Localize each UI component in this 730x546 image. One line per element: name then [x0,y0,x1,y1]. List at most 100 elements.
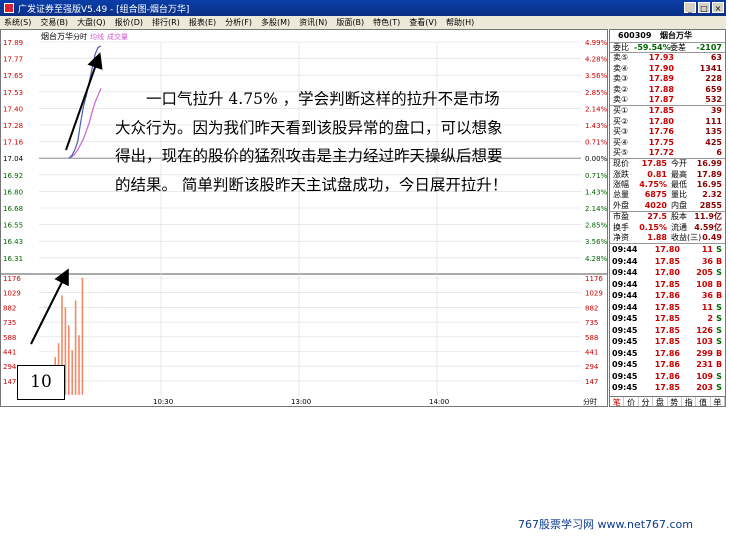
tick-t: 09:44 [612,302,638,312]
menu-item-7[interactable]: 多股(M) [261,17,290,28]
sell-row-c3: 532 [705,94,722,104]
buy-row: 买③ 17.76 135 [610,127,725,137]
pct-tick-label: 3.56% [585,238,607,246]
price-tick-label: 17.89 [3,39,23,47]
menu-item-5[interactable]: 报表(E) [189,17,216,28]
tick-v: 103 [696,337,713,347]
menu-item-6[interactable]: 分析(F) [225,17,252,28]
menu-item-11[interactable]: 查看(V) [409,17,437,28]
tick-s: S [716,383,722,393]
volume-bar [68,325,70,395]
stat-cell: 换手 [613,222,629,232]
tick-t: 09:44 [612,245,638,255]
pct-tick-label: 4.99% [585,39,607,47]
buy-row-c1: 买⑤ [613,147,629,157]
tick-p: 17.85 [654,314,680,324]
menu-item-1[interactable]: 交易(B) [40,17,68,28]
menu-item-9[interactable]: 版面(B) [336,17,364,28]
menu-item-8[interactable]: 资讯(N) [299,17,327,28]
panel-tab[interactable]: 价 [624,397,639,407]
panel-tab[interactable]: 势 [668,397,682,407]
tick-p: 17.86 [654,291,680,301]
fundamental-stats: 市盈 27.5 股本 11.9亿 换手 0.15% 流通 4.59亿 净资 1.88 收益(三) 0.… [610,211,725,243]
annotation-arrow-price [65,52,103,151]
menu-item-10[interactable]: 特色(T) [373,17,400,28]
volume-tick-label: 147 [3,378,16,386]
maximize-button[interactable]: □ [698,2,710,13]
panel-tab[interactable]: 值 [696,397,711,407]
sell-row-c2: 17.87 [648,94,674,104]
buy-row-c3: 425 [705,137,722,147]
close-button[interactable]: × [712,2,724,13]
panel-tab[interactable]: 指 [682,397,697,407]
volume-tick-label: 1029 [3,290,21,298]
pct-tick-label: 2.14% [585,205,607,213]
price-tick-label: 17.77 [3,56,23,64]
minimize-button[interactable]: _ [684,2,696,13]
tick-t: 09:44 [612,279,638,289]
tick-v: 108 [696,279,713,289]
tick-row: 09:44 17.80 205 S [610,267,725,279]
sell-row-c1: 卖④ [613,63,629,73]
tick-t: 09:45 [612,314,638,324]
stat-row: 换手 0.15% 流通 4.59亿 [610,223,725,233]
legend-item: 分时 [73,32,87,41]
tick-list: 09:44 17.80 11 S 09:44 17.85 36 B 09:44 17.80 205 S… [610,243,725,394]
ratio-label: 委比 [613,43,629,52]
sell-row-c1: 卖① [613,94,629,104]
legend-item: 成交量 [107,32,128,41]
tick-s: S [716,268,722,278]
tick-p: 17.86 [654,348,680,358]
tick-t: 09:45 [612,348,638,358]
tick-s: B [715,256,723,266]
panel-tab[interactable]: 笔 [610,397,625,407]
stat-cell: 今开 [671,159,687,169]
buy-row-c2: 17.72 [648,147,674,157]
volume-tick-label-right: 882 [585,304,598,312]
panel-tab[interactable]: 单 [711,397,725,407]
menu-item-2[interactable]: 大盘(Q) [77,17,106,28]
menu-item-3[interactable]: 报价(D) [115,17,143,28]
volume-tick-label-right: 1176 [585,275,603,283]
sell-row-c1: 卖⑤ [613,53,629,63]
volume-bar [74,300,77,395]
tick-s: S [716,314,722,324]
stat-cell: 6875 [644,190,667,200]
menu-item-12[interactable]: 帮助(H) [446,17,474,28]
menu-item-4[interactable]: 排行(R) [152,17,180,28]
stat-cell: 2855 [699,200,722,210]
tick-p: 17.86 [654,371,680,381]
panel-tab[interactable]: 盘 [653,397,668,407]
price-tick-label: 17.65 [3,72,23,80]
tick-v: 11 [701,302,713,312]
pct-tick-label: 2.85% [585,89,607,97]
sell-row-c3: 659 [705,84,722,94]
tick-t: 09:45 [612,325,638,335]
tick-v: 205 [696,268,713,278]
menu-item-0[interactable]: 系统(S) [4,17,31,28]
pct-tick-label: 3.56% [585,72,607,80]
sell-row-c2: 17.88 [648,84,674,94]
stat-cell: 17.89 [696,169,722,179]
stat-cell: 外盘 [613,200,629,210]
sell-row-c1: 卖③ [613,74,629,84]
pct-tick-label: 2.85% [585,222,607,230]
volume-tick-label: 441 [3,349,16,357]
stat-cell: 现价 [613,159,629,169]
stat-cell: 内盘 [671,200,687,210]
sell-row: 卖⑤ 17.93 63 [610,53,725,63]
tick-v: 299 [696,348,713,358]
buy-row-c3: 39 [710,106,722,116]
volume-tick-label-right: 588 [585,334,598,342]
tick-row: 09:45 17.85 203 S [610,382,725,394]
panel-tab[interactable]: 分 [639,397,654,407]
tick-p: 17.85 [654,279,680,289]
stat-cell: 2.32 [702,190,722,200]
tick-p: 17.86 [654,360,680,370]
stat-row: 市盈 27.5 股本 11.9亿 [610,212,725,222]
diff-value: -2107 [696,43,722,52]
tick-v: 36 [701,291,713,301]
ratio-value: -59.54% [634,43,671,52]
tick-row: 09:44 17.85 108 B [610,279,725,291]
buy-row-c1: 买② [613,116,629,126]
